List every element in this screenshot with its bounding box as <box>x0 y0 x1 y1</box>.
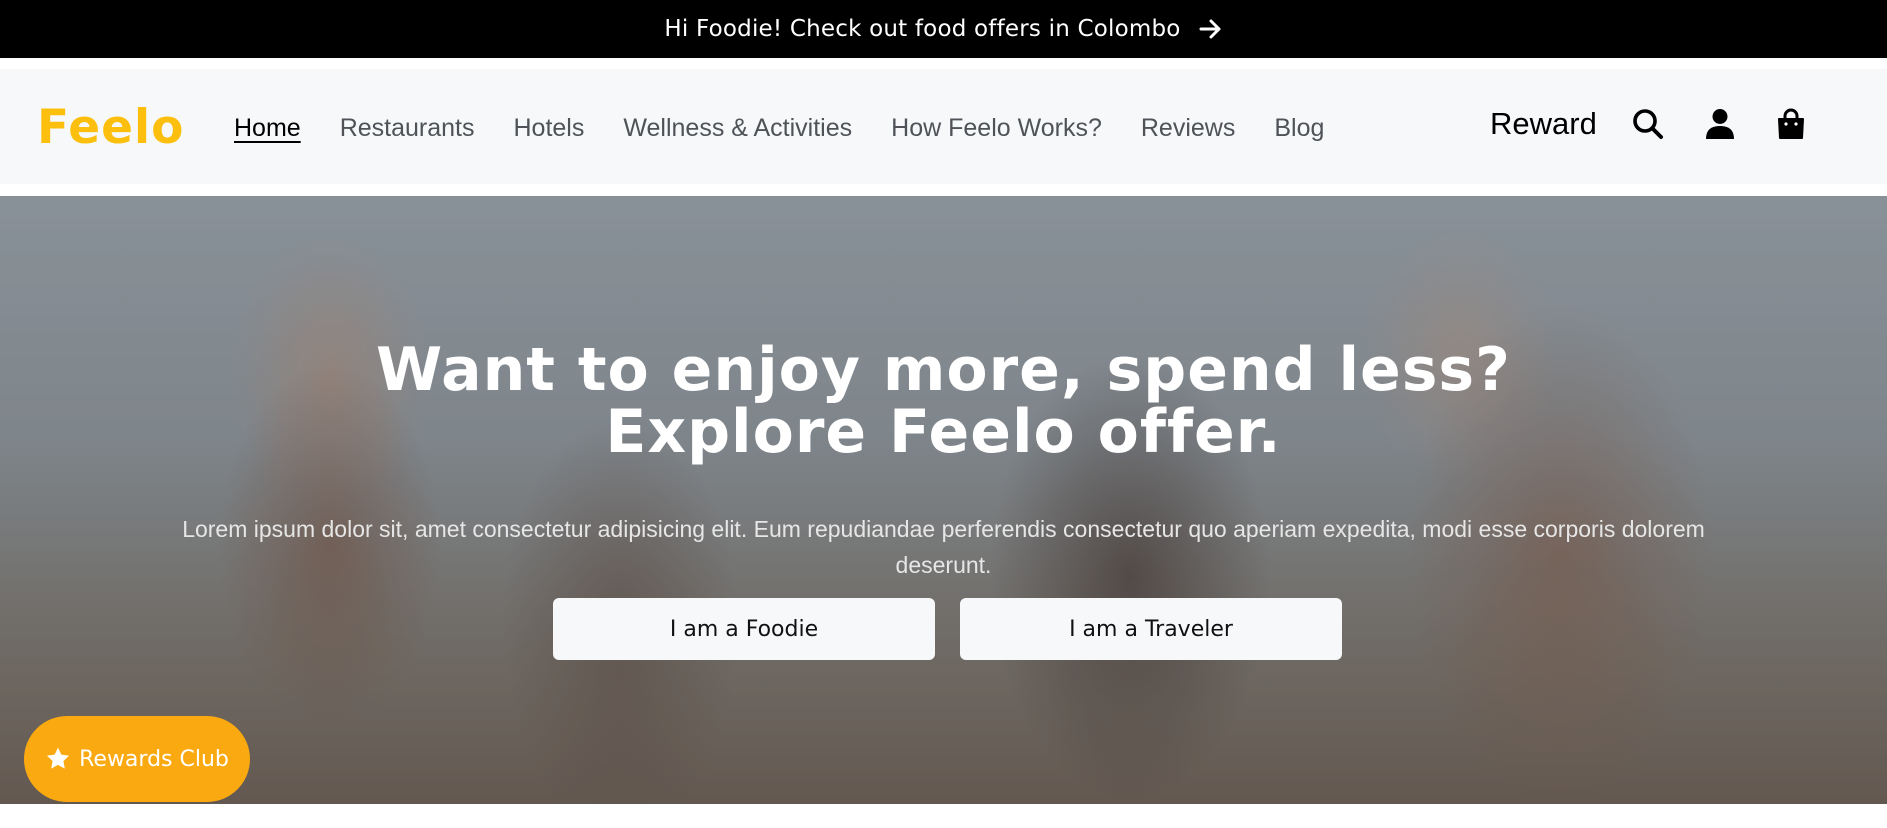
rewards-club-label: Rewards Club <box>79 746 229 772</box>
main-navbar: Feelo Home Restaurants Hotels Wellness &… <box>0 69 1887 184</box>
nav-reviews[interactable]: Reviews <box>1141 114 1235 143</box>
star-icon <box>45 746 71 772</box>
hero-title: Want to enjoy more, spend less? Explore … <box>0 339 1887 463</box>
nav-hotels[interactable]: Hotels <box>513 114 584 143</box>
hero-section: Want to enjoy more, spend less? Explore … <box>0 196 1887 804</box>
user-icon[interactable] <box>1700 104 1740 144</box>
rewards-club-button[interactable]: Rewards Club <box>24 716 250 802</box>
nav-how-feelo-works[interactable]: How Feelo Works? <box>891 114 1102 143</box>
nav-blog[interactable]: Blog <box>1274 114 1324 143</box>
feelo-logo[interactable]: Feelo <box>37 104 184 151</box>
logo-text[interactable]: Feelo <box>37 100 184 155</box>
search-icon[interactable] <box>1628 104 1668 144</box>
nav-restaurants[interactable]: Restaurants <box>340 114 475 143</box>
nav-home[interactable]: Home <box>234 114 301 143</box>
hero-title-line-1: Want to enjoy more, spend less? <box>376 335 1511 405</box>
arrow-right-icon[interactable] <box>1199 18 1223 40</box>
shopping-bag-icon[interactable] <box>1771 104 1811 144</box>
hero-description: Lorem ipsum dolor sit, amet consectetur … <box>182 516 1705 578</box>
nav-wellness-activities[interactable]: Wellness & Activities <box>623 114 852 143</box>
traveler-button[interactable]: I am a Traveler <box>960 598 1342 660</box>
announcement-bar[interactable]: Hi Foodie! Check out food offers in Colo… <box>0 0 1887 58</box>
foodie-button[interactable]: I am a Foodie <box>553 598 935 660</box>
hero-title-line-2: Explore Feelo offer. <box>605 397 1282 467</box>
nav-links: Home Restaurants Hotels Wellness & Activ… <box>234 114 1363 143</box>
announcement-text[interactable]: Hi Foodie! Check out food offers in Colo… <box>664 16 1180 42</box>
reward-link[interactable]: Reward <box>1490 106 1597 142</box>
